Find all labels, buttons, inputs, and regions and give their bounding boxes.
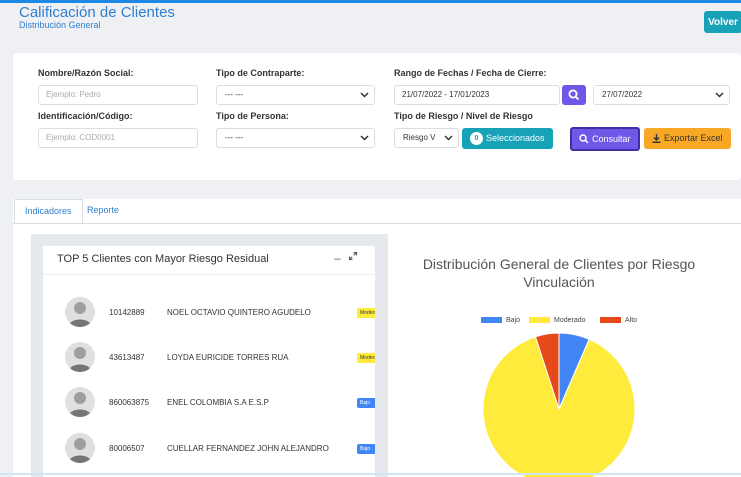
user-icon bbox=[68, 392, 92, 417]
tab-indicadores[interactable]: Indicadores bbox=[14, 199, 83, 224]
counterpart-select[interactable]: --- --- bbox=[216, 85, 375, 105]
search-icon bbox=[568, 89, 580, 101]
code-input[interactable]: Ejemplo: COD0001 bbox=[38, 128, 198, 148]
tab-reporte[interactable]: Reporte bbox=[77, 199, 129, 224]
avatar bbox=[65, 297, 95, 327]
user-icon bbox=[68, 302, 92, 327]
person-value: --- --- bbox=[225, 133, 244, 142]
user-icon bbox=[68, 347, 92, 372]
counterpart-value: --- --- bbox=[225, 90, 244, 99]
client-name: LOYDA EURICIDE TORRES RUA bbox=[167, 353, 289, 362]
page-header: Calificación de Clientes Distribución Ge… bbox=[0, 3, 741, 45]
close-date-select[interactable]: 27/07/2022 bbox=[593, 85, 730, 105]
client-id: 860063875 bbox=[109, 398, 150, 407]
client-id: 80006507 bbox=[109, 444, 145, 453]
bottom-accent-line bbox=[0, 473, 741, 475]
client-id: 10142889 bbox=[109, 308, 145, 317]
back-button[interactable]: Volver bbox=[704, 11, 741, 33]
filter-panel: Nombre/Razón Social: Ejemplo: Pedro Iden… bbox=[13, 53, 741, 180]
export-excel-button[interactable]: Exportar Excel bbox=[644, 128, 731, 149]
tab-bar: Indicadores Reporte bbox=[13, 199, 741, 224]
user-icon bbox=[68, 438, 92, 463]
code-label: Identificación/Código: bbox=[38, 111, 133, 121]
avatar bbox=[65, 387, 95, 417]
chevron-down-icon bbox=[715, 92, 724, 98]
client-row[interactable]: 10142889 NOEL OCTAVIO QUINTERO AGUDELO M… bbox=[43, 297, 375, 337]
risk-badge: Moderado bbox=[357, 308, 375, 318]
chevron-down-icon bbox=[360, 135, 369, 141]
top-clients-title: TOP 5 Clientes con Mayor Riesgo Residual bbox=[57, 253, 269, 265]
client-row[interactable]: 80006507 CUELLAR FERNANDEZ JOHN ALEJANDR… bbox=[43, 433, 375, 473]
client-id: 43613487 bbox=[109, 353, 145, 362]
client-row[interactable]: 43613487 LOYDA EURICIDE TORRES RUA Moder… bbox=[43, 342, 375, 382]
name-label: Nombre/Razón Social: bbox=[38, 68, 134, 78]
risk-type-select[interactable]: Riesgo V bbox=[394, 128, 459, 148]
client-name: NOEL OCTAVIO QUINTERO AGUDELO bbox=[167, 308, 311, 317]
person-select[interactable]: --- --- bbox=[216, 128, 375, 148]
risk-level-multiselect[interactable]: 0 Seleccionados bbox=[462, 128, 553, 149]
close-date-value: 27/07/2022 bbox=[602, 90, 643, 99]
pie-chart bbox=[482, 332, 636, 477]
consult-button[interactable]: Consultar bbox=[570, 127, 640, 151]
client-name: CUELLAR FERNANDEZ JOHN ALEJANDRO bbox=[167, 444, 329, 453]
risk-badge: Bajo bbox=[357, 444, 375, 454]
avatar bbox=[65, 342, 95, 372]
download-icon bbox=[652, 134, 661, 143]
chevron-down-icon bbox=[444, 135, 453, 141]
top-clients-card: TOP 5 Clientes con Mayor Riesgo Residual… bbox=[43, 246, 375, 477]
search-icon bbox=[579, 134, 589, 144]
page-subtitle: Distribución General bbox=[19, 20, 101, 30]
date-label: Rango de Fechas / Fecha de Cierre: bbox=[394, 68, 547, 78]
chevron-down-icon bbox=[360, 92, 369, 98]
counterpart-label: Tipo de Contraparte: bbox=[216, 68, 305, 78]
minimize-icon[interactable]: – bbox=[334, 251, 341, 265]
risk-badge: Moderado bbox=[357, 353, 375, 363]
card-divider bbox=[43, 274, 375, 275]
client-row[interactable]: 860063875 ENEL COLOMBIA S.A E.S.P Bajo bbox=[43, 387, 375, 427]
person-label: Tipo de Persona: bbox=[216, 111, 289, 121]
export-label: Exportar Excel bbox=[664, 133, 723, 143]
risk-label: Tipo de Riesgo / Nivel de Riesgo bbox=[394, 111, 533, 121]
risk-distribution-card: Distribución General de Clientes por Rie… bbox=[393, 246, 725, 477]
consult-label: Consultar bbox=[592, 134, 631, 144]
expand-icon[interactable] bbox=[349, 252, 357, 260]
page-title: Calificación de Clientes bbox=[19, 4, 175, 21]
date-range-input[interactable]: 21/07/2022 - 17/01/2023 bbox=[394, 85, 560, 105]
avatar bbox=[65, 433, 95, 463]
client-name: ENEL COLOMBIA S.A E.S.P bbox=[167, 398, 269, 407]
name-input[interactable]: Ejemplo: Pedro bbox=[38, 85, 198, 105]
selected-count-badge: 0 bbox=[470, 132, 483, 145]
risk-type-value: Riesgo V bbox=[403, 133, 436, 142]
selected-label: Seleccionados bbox=[486, 133, 545, 143]
date-search-button[interactable] bbox=[562, 85, 586, 105]
risk-badge: Bajo bbox=[357, 398, 375, 408]
